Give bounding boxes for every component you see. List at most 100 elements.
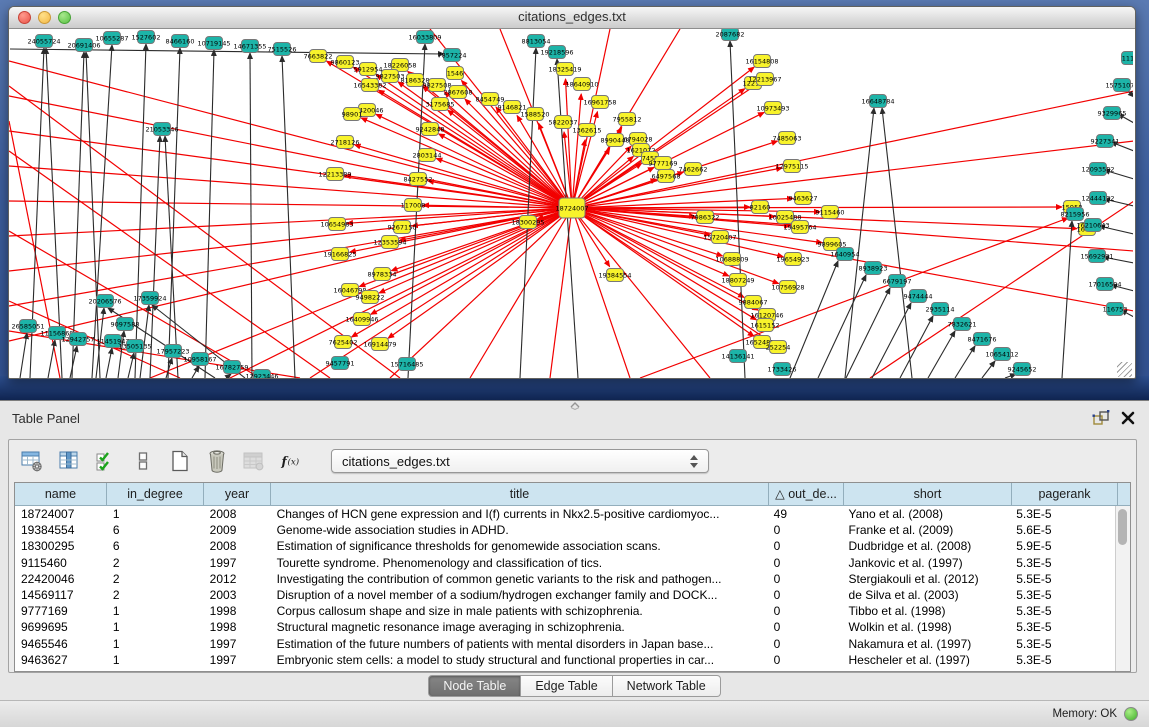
table-cell[interactable]: 1 bbox=[107, 603, 204, 619]
graph-node[interactable]: 9242848 bbox=[416, 123, 445, 136]
graph-node[interactable]: 7485063 bbox=[773, 132, 802, 145]
graph-node[interactable]: 9474444 bbox=[904, 290, 933, 303]
table-cell[interactable]: 0 bbox=[768, 555, 843, 571]
select-columns-icon[interactable] bbox=[93, 448, 119, 474]
panel-splitter-handle[interactable] bbox=[566, 402, 584, 410]
table-selector-dropdown[interactable]: citations_edges.txt bbox=[331, 449, 709, 473]
table-cell[interactable]: Changes of HCN gene expression and I(f) … bbox=[271, 506, 768, 522]
network-canvas[interactable]: 1872400776638229860123591295418226058982… bbox=[9, 29, 1133, 378]
graph-node[interactable]: 20206576 bbox=[88, 295, 121, 308]
graph-node[interactable]: 19166825 bbox=[323, 248, 356, 261]
graph-node[interactable]: 19495764 bbox=[783, 221, 816, 234]
graph-node[interactable]: 8471676 bbox=[968, 333, 997, 346]
graph-node[interactable]: 9884067 bbox=[739, 296, 768, 309]
table-cell[interactable]: 1 bbox=[107, 506, 204, 522]
graph-node[interactable]: 10719145 bbox=[197, 37, 230, 50]
close-window-icon[interactable] bbox=[18, 11, 31, 24]
table-cell[interactable]: 2009 bbox=[204, 522, 271, 538]
graph-node[interactable]: 21053346 bbox=[145, 123, 178, 136]
graph-node[interactable]: 1615152 bbox=[751, 319, 780, 332]
table-cell[interactable]: Jankovic et al. (1997) bbox=[843, 555, 1011, 571]
table-cell[interactable]: 5.6E-5 bbox=[1010, 522, 1116, 538]
window-resize-grip[interactable] bbox=[1117, 362, 1132, 377]
table-cell[interactable]: 5.3E-5 bbox=[1010, 587, 1116, 603]
table-row[interactable]: 1456911722003Disruption of a novel membe… bbox=[15, 587, 1116, 603]
table-cell[interactable]: Nakamura et al. (1997) bbox=[843, 636, 1011, 652]
table-cell[interactable]: 6 bbox=[107, 522, 204, 538]
graph-node[interactable]: 8427552 bbox=[404, 173, 433, 186]
table-cell[interactable]: 2008 bbox=[204, 538, 271, 554]
table-cell[interactable]: 19384554 bbox=[15, 522, 107, 538]
table-cell[interactable]: Tibbo et al. (1998) bbox=[843, 603, 1011, 619]
table-cell[interactable]: Estimation of significance thresholds fo… bbox=[271, 538, 768, 554]
graph-node[interactable]: 14136141 bbox=[721, 350, 754, 363]
table-cell[interactable]: Stergiakouli et al. (2012) bbox=[843, 571, 1011, 587]
table-row[interactable]: 1830029562008Estimation of significance … bbox=[15, 538, 1116, 554]
table-cell[interactable]: Genome-wide association studies in ADHD. bbox=[271, 522, 768, 538]
graph-node[interactable]: 1588520 bbox=[521, 108, 550, 121]
graph-node[interactable]: 19218596 bbox=[540, 46, 573, 59]
graph-node[interactable]: 7625402 bbox=[329, 336, 358, 349]
graph-node[interactable]: 16033809 bbox=[408, 31, 441, 44]
table-cell[interactable]: Wolkin et al. (1998) bbox=[843, 619, 1011, 635]
graph-node[interactable]: 12923446 bbox=[245, 370, 278, 379]
graph-node[interactable]: 18807249 bbox=[721, 274, 754, 287]
function-builder-icon[interactable]: f (x) bbox=[278, 448, 304, 474]
table-cell[interactable]: 0 bbox=[768, 619, 843, 635]
graph-node[interactable]: 117008 bbox=[401, 199, 426, 212]
graph-node[interactable]: 7986322 bbox=[691, 211, 720, 224]
table-cell[interactable]: 2 bbox=[107, 587, 204, 603]
table-cell[interactable]: 0 bbox=[768, 636, 843, 652]
graph-node[interactable]: 15716485 bbox=[390, 358, 423, 371]
graph-node[interactable]: 7955812 bbox=[613, 113, 642, 126]
table-cell[interactable]: Structural magnetic resonance image aver… bbox=[271, 619, 768, 635]
graph-node[interactable]: 15720407 bbox=[703, 231, 736, 244]
table-cell[interactable]: 2012 bbox=[204, 571, 271, 587]
table-cell[interactable]: 49 bbox=[768, 506, 843, 522]
column-header-pagerank[interactable]: pagerank bbox=[1012, 483, 1118, 505]
graph-node[interactable]: 15692931 bbox=[1080, 250, 1113, 263]
graph-node[interactable]: 7462662 bbox=[679, 163, 708, 176]
close-panel-icon[interactable] bbox=[1119, 409, 1137, 427]
table-row[interactable]: 977716911998Corpus callosum shape and si… bbox=[15, 603, 1116, 619]
table-cell[interactable]: 2 bbox=[107, 555, 204, 571]
table-cell[interactable]: 6 bbox=[107, 538, 204, 554]
graph-node[interactable]: 12975115 bbox=[775, 160, 808, 173]
graph-node[interactable]: 1546 bbox=[447, 67, 464, 80]
graph-node[interactable]: 1640954 bbox=[831, 248, 860, 261]
graph-node[interactable]: 17016504 bbox=[1088, 278, 1121, 291]
graph-node[interactable]: 16648784 bbox=[861, 95, 894, 108]
graph-node[interactable]: 2087682 bbox=[716, 29, 745, 41]
table-cell[interactable]: Disruption of a novel member of a sodium… bbox=[271, 587, 768, 603]
graph-node[interactable]: 10688809 bbox=[715, 253, 748, 266]
graph-node[interactable]: 19654923 bbox=[776, 253, 809, 266]
table-row[interactable]: 2242004622012Investigating the contribut… bbox=[15, 571, 1116, 587]
network-window-titlebar[interactable]: citations_edges.txt bbox=[9, 7, 1135, 29]
graph-node[interactable]: 8938923 bbox=[859, 262, 888, 275]
table-cell[interactable]: 0 bbox=[768, 603, 843, 619]
tab-network-table[interactable]: Network Table bbox=[613, 675, 721, 697]
table-cell[interactable]: 1997 bbox=[204, 555, 271, 571]
column-header-out_de[interactable]: △ out_de... bbox=[769, 483, 844, 505]
table-row[interactable]: 911546021997Tourette syndrome. Phenomeno… bbox=[15, 555, 1116, 571]
table-cell[interactable]: 1998 bbox=[204, 603, 271, 619]
tab-edge-table[interactable]: Edge Table bbox=[521, 675, 612, 697]
graph-node[interactable]: 10654983 bbox=[320, 218, 353, 231]
table-cell[interactable]: Hescheler et al. (1997) bbox=[843, 652, 1011, 668]
graph-node[interactable]: 252254 bbox=[766, 341, 791, 354]
graph-node[interactable]: 16961758 bbox=[583, 96, 616, 109]
graph-node[interactable]: 9457791 bbox=[326, 357, 355, 370]
graph-node[interactable]: 7832621 bbox=[948, 318, 977, 331]
table-cell[interactable]: de Silva et al. (2003) bbox=[843, 587, 1011, 603]
graph-node[interactable]: 10973493 bbox=[756, 102, 789, 115]
column-header-title[interactable]: title bbox=[271, 483, 769, 505]
table-scrollbar-thumb[interactable] bbox=[1118, 509, 1127, 545]
graph-node[interactable]: 16543382 bbox=[353, 79, 386, 92]
table-cell[interactable]: 2008 bbox=[204, 506, 271, 522]
table-cell[interactable]: 9115460 bbox=[15, 555, 107, 571]
graph-node[interactable]: 14671355 bbox=[233, 40, 266, 53]
table-cell[interactable]: 0 bbox=[768, 587, 843, 603]
graph-node[interactable]: 7663822 bbox=[304, 50, 333, 63]
table-row[interactable]: 969969511998Structural magnetic resonanc… bbox=[15, 619, 1116, 635]
table-cell[interactable]: 5.3E-5 bbox=[1010, 636, 1116, 652]
